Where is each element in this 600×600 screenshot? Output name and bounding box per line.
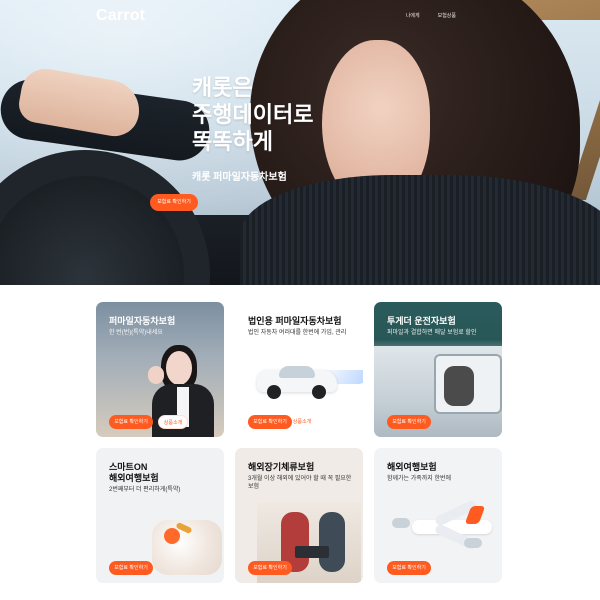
- hero-title-line-1: 캐롯은: [192, 75, 253, 100]
- get-quote-button[interactable]: 보험료 확인하기: [248, 415, 292, 429]
- driver: [444, 366, 474, 406]
- hero-woman-sweater: [240, 175, 600, 285]
- phone-keyfob-photo: [152, 520, 222, 575]
- nav-item-0[interactable]: 나에게: [406, 12, 420, 19]
- product-title: 투게더 운전자보험: [387, 316, 456, 326]
- car-wheel: [312, 385, 326, 399]
- primary-nav: 나에게 보험상품: [406, 12, 510, 19]
- keyfob: [164, 528, 180, 544]
- woman-hand: [148, 366, 164, 384]
- product-card-longstay[interactable]: 해외장기체류보험 3개월 이상 해외에 있어야 할 때 꼭 필요한 보험 보험료…: [235, 448, 363, 583]
- hero-title-line-2: 주행데이터로: [192, 102, 314, 127]
- laptop: [295, 546, 329, 558]
- product-card-travel[interactable]: 해외여행보험 함께가는 가족까지 한번에 보험료 확인하기: [374, 448, 502, 583]
- get-quote-button[interactable]: 보험료 확인하기: [109, 415, 153, 429]
- product-description: 법인 자동차 여러대를 한번에 가입, 관리: [248, 330, 347, 336]
- hero-title-line-3: 똑똑하게: [192, 129, 273, 154]
- airplane-photo: [392, 498, 494, 551]
- hero-subtitle: 캐롯 퍼마일자동차보험: [192, 172, 287, 183]
- product-card-smarton[interactable]: 스마트ON 해외여행보험 2번째부터 더 편리하게(특약) 보험료 확인하기: [96, 448, 224, 583]
- get-quote-button[interactable]: 보험료 확인하기: [387, 415, 431, 429]
- product-intro-button[interactable]: 상품소개: [158, 415, 188, 429]
- product-description: 2번째부터 더 편리하게(특약): [109, 487, 181, 493]
- product-title: 법인용 퍼마일자동차보험: [248, 316, 342, 326]
- product-title-line-1: 스마트ON: [109, 462, 148, 472]
- product-description: 함께가는 가족까지 한번에: [387, 476, 452, 482]
- get-quote-button[interactable]: 보험료 확인하기: [109, 561, 153, 575]
- nav-item-1[interactable]: 보험상품: [438, 12, 456, 19]
- hero-title: 캐롯은 주행데이터로 똑똑하게: [192, 74, 313, 155]
- get-quote-button[interactable]: 보험료 확인하기: [387, 561, 431, 575]
- person-2: [319, 512, 345, 572]
- product-card-permile[interactable]: 퍼마일자동차보험 한 번(번)(특약)내세요 보험료 확인하기 상품소개: [96, 302, 224, 437]
- product-title: 퍼마일자동차보험: [109, 316, 176, 326]
- top-navigation: Carrot 나에게 보험상품: [0, 0, 600, 32]
- product-card-corporate[interactable]: 법인용 퍼마일자동차보험 법인 자동차 여러대를 한번에 가입, 관리 보험료 …: [235, 302, 363, 437]
- product-description: 3개월 이상 해외에 있어야 할 때 꼭 필요한 보험: [248, 476, 352, 490]
- hero-banner: Carrot 나에게 보험상품 캐롯은 주행데이터로 똑똑하게 캐롯 퍼마일자동…: [0, 0, 600, 285]
- page: Carrot 나에게 보험상품 캐롯은 주행데이터로 똑똑하게 캐롯 퍼마일자동…: [0, 0, 600, 600]
- airplane-engine: [392, 518, 410, 528]
- product-intro-link[interactable]: 상품소개: [287, 415, 317, 429]
- product-title: 해외장기체류보험: [248, 462, 315, 472]
- get-quote-button[interactable]: 보험료 확인하기: [248, 561, 292, 575]
- hero-copy: 캐롯은 주행데이터로 똑똑하게 캐롯 퍼마일자동차보험: [192, 74, 313, 183]
- product-card-together[interactable]: 투게더 운전자보험 퍼마일과 결합하면 매달 보험료 할인 보험료 확인하기: [374, 302, 502, 437]
- car-glass: [279, 366, 315, 378]
- product-title: 해외여행보험: [387, 462, 437, 472]
- product-description: 퍼마일과 결합하면 매달 보험료 할인: [387, 330, 477, 336]
- brand-logo[interactable]: Carrot: [96, 7, 145, 25]
- product-description: 한 번(번)(특약)내세요: [109, 330, 163, 336]
- airplane-engine: [464, 538, 482, 548]
- product-title: 스마트ON 해외여행보험: [109, 462, 159, 484]
- car-photo: [251, 360, 345, 402]
- product-title-line-2: 해외여행보험: [109, 473, 159, 483]
- hero-cta-button[interactable]: 보험료 확인하기: [150, 194, 198, 211]
- woman-face: [166, 351, 192, 385]
- car-wheel: [267, 385, 281, 399]
